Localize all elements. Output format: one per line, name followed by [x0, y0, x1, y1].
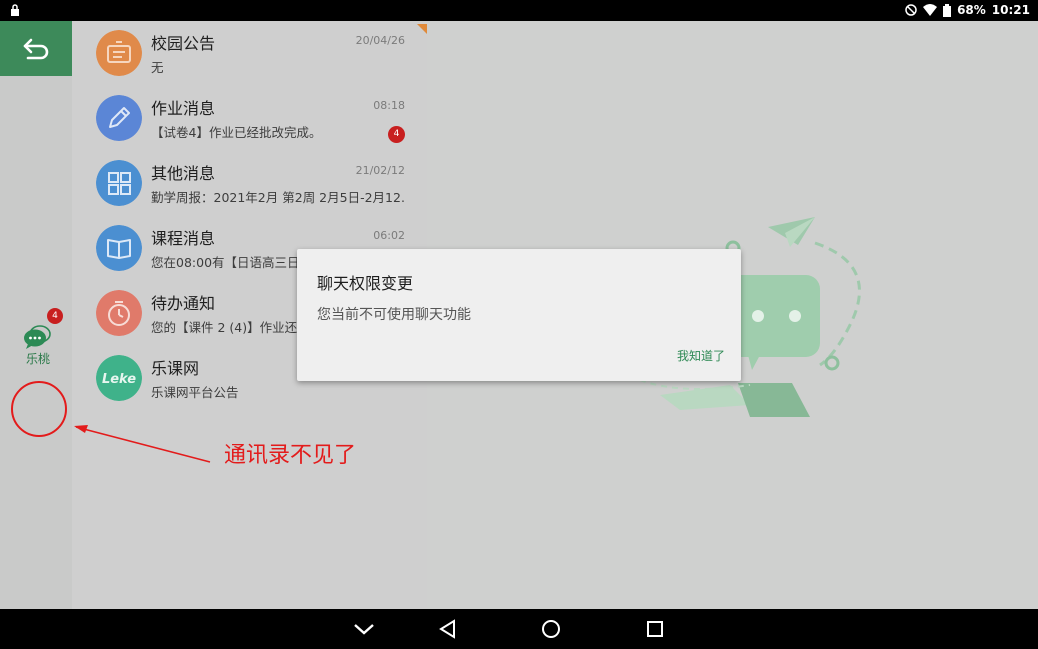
item-time: 21/02/12 — [355, 164, 405, 177]
square-recents-icon — [647, 621, 663, 637]
item-time: 20/04/26 — [355, 34, 405, 47]
nav-home-button[interactable] — [538, 617, 564, 641]
permission-dialog: 聊天权限变更 您当前不可使用聊天功能 我知道了 — [297, 249, 741, 381]
clock: 10:21 — [991, 3, 1030, 17]
annotation-arrow — [74, 425, 211, 463]
dialog-message: 您当前不可使用聊天功能 — [317, 307, 471, 323]
battery-icon — [943, 3, 952, 17]
chevron-down-icon — [354, 624, 374, 635]
wifi-icon — [923, 4, 938, 16]
nav-hide-keyboard-button[interactable] — [351, 617, 377, 641]
dialog-title: 聊天权限变更 — [317, 274, 414, 293]
circle-home-icon — [542, 620, 560, 638]
annotation-text: 通讯录不见了 — [224, 443, 357, 468]
nav-back-button[interactable] — [435, 617, 461, 641]
item-time: 06:02 — [373, 229, 405, 242]
do-not-disturb-icon — [905, 4, 917, 16]
navigation-bar — [0, 609, 1038, 649]
corner-marker — [417, 24, 427, 34]
triangle-back-icon — [439, 619, 455, 639]
unread-badge: 4 — [388, 126, 405, 143]
dialog-confirm-button[interactable]: 我知道了 — [677, 347, 725, 364]
battery-level: 68% — [957, 3, 986, 17]
item-time: 08:18 — [373, 99, 405, 112]
nav-recents-button[interactable] — [642, 617, 668, 641]
